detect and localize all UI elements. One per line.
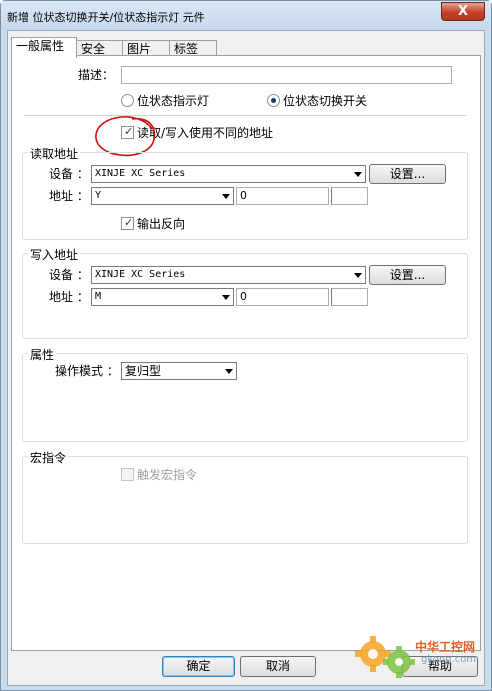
ok-button[interactable]: 确定 <box>162 656 235 677</box>
read-settings-button[interactable]: 设置... <box>369 164 446 184</box>
tab-general-label: 一般属性 <box>16 39 65 53</box>
read-device-value: XINJE XC Series <box>95 168 186 179</box>
title-bar[interactable]: 新增 位状态切换开关/位状态指示灯 元件 X <box>1 1 491 29</box>
operation-mode-value: 复归型 <box>125 364 162 378</box>
trigger-macro-checkbox[interactable] <box>121 468 134 481</box>
read-address-suffix-input[interactable] <box>331 187 368 205</box>
radio-indicator-label: 位状态指示灯 <box>137 94 210 108</box>
read-device-label: 设备 ： <box>49 167 89 181</box>
read-group-title: 读取地址 <box>28 145 81 162</box>
radio-selected-dot <box>271 98 276 103</box>
read-address-type-select[interactable]: Y <box>91 187 234 205</box>
write-group-title: 写入地址 <box>28 246 81 263</box>
write-address-type-value: M <box>95 291 102 302</box>
write-device-select[interactable]: XINJE XC Series <box>91 266 366 284</box>
close-icon: X <box>457 4 469 19</box>
separator <box>24 115 466 116</box>
write-address-label: 地址 ： <box>49 290 89 304</box>
watermark-site-cn: 中华工控网 <box>415 640 476 654</box>
watermark-logo: 中华工控网 gkong.com <box>355 628 485 688</box>
write-address-type-select[interactable]: M <box>91 288 234 306</box>
invert-output-label: 输出反向 <box>137 217 186 231</box>
write-address-suffix-input[interactable] <box>331 288 368 306</box>
description-label: 描述： <box>78 68 115 82</box>
operation-mode-select[interactable]: 复归型 <box>121 362 237 380</box>
check-icon: ✓ <box>124 216 134 229</box>
chevron-down-icon <box>225 369 233 374</box>
read-device-select[interactable]: XINJE XC Series <box>91 165 366 183</box>
write-address-input[interactable]: 0 <box>236 288 329 306</box>
tab-label-label: 标签 <box>174 42 199 56</box>
chevron-down-icon <box>222 295 230 300</box>
trigger-macro-label: 触发宏指令 <box>137 468 198 482</box>
radio-indicator[interactable] <box>121 94 134 107</box>
attribute-group-title: 属性 <box>28 346 57 363</box>
tab-security-label: 安全 <box>81 42 106 56</box>
close-button[interactable]: X <box>441 2 485 21</box>
radio-switch[interactable] <box>267 94 280 107</box>
write-device-value: XINJE XC Series <box>95 269 186 280</box>
cancel-button[interactable]: 取消 <box>240 656 316 677</box>
macro-group-title: 宏指令 <box>28 449 69 466</box>
read-address-input[interactable]: 0 <box>236 187 329 205</box>
description-input[interactable] <box>121 66 452 84</box>
write-device-label: 设备 ： <box>49 268 89 282</box>
write-settings-button[interactable]: 设置... <box>369 265 446 285</box>
chevron-down-icon <box>222 194 230 199</box>
chevron-down-icon <box>354 172 362 177</box>
operation-mode-label: 操作模式 ： <box>55 364 119 378</box>
watermark-site-url: gkong.com <box>421 654 477 665</box>
invert-output-checkbox[interactable]: ✓ <box>121 216 134 230</box>
chevron-down-icon <box>354 273 362 278</box>
radio-switch-label: 位状态切换开关 <box>283 94 368 108</box>
read-address-label: 地址 ： <box>49 189 89 203</box>
tab-image-label: 图片 <box>127 42 152 56</box>
tab-general[interactable]: 一般属性 <box>11 37 77 58</box>
macro-group <box>22 456 468 544</box>
read-address-type-value: Y <box>95 190 102 201</box>
window-title: 新增 位状态切换开关/位状态指示灯 元件 <box>7 11 205 24</box>
